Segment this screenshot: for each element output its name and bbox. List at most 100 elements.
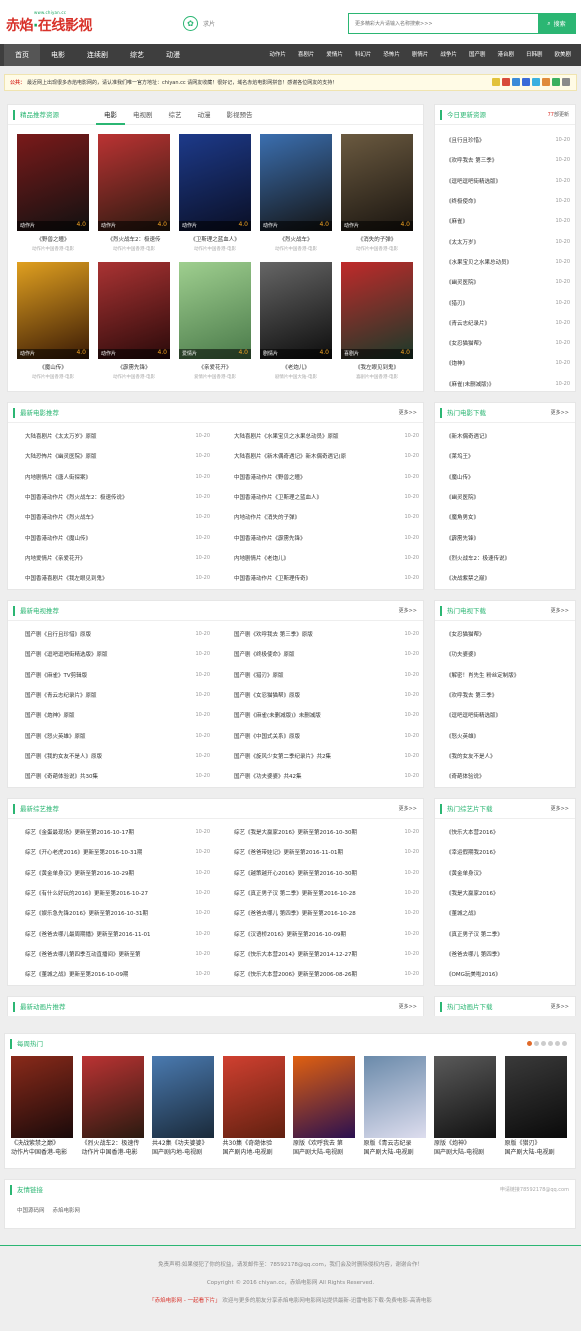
- list-item-title[interactable]: 大陆喜剧片《水果宝贝之水果总动员》原版: [234, 432, 339, 440]
- list-item-title[interactable]: 中国香港动作片《野兽之瞳》: [234, 473, 306, 481]
- list-item[interactable]: 《欢呼我去 第三季》: [446, 685, 570, 705]
- list-item[interactable]: 《女忍猫猫帮》 10-20: [446, 333, 570, 353]
- list-item-title[interactable]: 国产剧《中国式关系》原版: [234, 732, 300, 740]
- search-button[interactable]: ⌕ 搜索: [538, 14, 575, 33]
- carousel-dot[interactable]: [527, 1041, 532, 1046]
- list-item[interactable]: 综艺《董城之战》更新至第2016-10-09期 10-20: [25, 964, 210, 984]
- nav-item[interactable]: 首页: [4, 44, 40, 66]
- list-item-title[interactable]: 国产剧《逗吧逗吧街精选版》原版: [25, 650, 108, 658]
- list-item[interactable]: 中国香港动作片《卫斯理之蓝血人》 10-20: [234, 487, 419, 507]
- weekly-poster[interactable]: [222, 1056, 285, 1138]
- new-tv-more[interactable]: 更多>>: [399, 607, 417, 614]
- list-item-title[interactable]: 大陆喜剧片《太太万岁》原版: [25, 432, 97, 440]
- list-item-title[interactable]: 《爸爸去哪儿 第四季》: [446, 950, 503, 958]
- list-item-title[interactable]: 国产剧《女忍猫猫帮》原版: [234, 691, 300, 699]
- list-item[interactable]: 国产剧《炮神》原版 10-20: [25, 705, 210, 725]
- list-item[interactable]: 中国香港动作片《野兽之瞳》 10-20: [234, 467, 419, 487]
- list-item-title[interactable]: 综艺《黄金单身汉》更新至第2016-10-29期: [25, 869, 134, 877]
- list-item-title[interactable]: 《奇葩体验说》: [446, 772, 485, 780]
- list-item-title[interactable]: 《麻雀》: [446, 217, 468, 225]
- list-item[interactable]: 《欢呼我去 第三季》 10-20: [446, 150, 570, 170]
- share-douban-icon[interactable]: [542, 78, 550, 86]
- list-item[interactable]: 《新木偶奇遇记》: [446, 426, 570, 446]
- list-item-title[interactable]: 综艺《真正男子汉 第二季》更新至第2016-10-28: [234, 889, 356, 897]
- list-item-title[interactable]: 《幽灵医院》: [446, 493, 479, 501]
- list-item-title[interactable]: 综艺《开心老虎2016》更新至第2016-10-31期: [25, 848, 142, 856]
- list-item[interactable]: 综艺《爸爸去哪儿 第四季》更新至第2016-10-28 10-20: [234, 903, 419, 923]
- list-item[interactable]: 国产剧《功夫婆婆》共42集 10-20: [234, 766, 419, 786]
- list-item-title[interactable]: 综艺《董城之战》更新至第2016-10-09期: [25, 970, 128, 978]
- list-item[interactable]: 《幸运假期我2016》: [446, 842, 570, 862]
- weekly-title[interactable]: 共42集《功夫婆婆》: [152, 1138, 214, 1147]
- list-item-title[interactable]: 《董城之战》: [446, 909, 479, 917]
- list-item-title[interactable]: 《猎刃》: [446, 299, 468, 307]
- list-item[interactable]: 《董城之战》: [446, 903, 570, 923]
- list-item-title[interactable]: 《太太万岁》: [446, 238, 479, 246]
- weekly-card[interactable]: 原版《炮神》 国产剧大陆-电视剧: [434, 1056, 496, 1156]
- list-item-title[interactable]: 国产剧《猎刃》原版: [234, 671, 284, 679]
- list-item-title[interactable]: 《且行且珍惜》: [446, 136, 485, 144]
- list-item[interactable]: 《麻雀(未删减版)》 10-20: [446, 374, 570, 394]
- list-item-title[interactable]: 《逗吧逗吧街精选版》: [446, 711, 501, 719]
- nav-item[interactable]: 电影: [40, 44, 76, 66]
- friend-link[interactable]: 赤焰电影网: [53, 1206, 81, 1214]
- list-item-title[interactable]: 综艺《爸爸去哪儿 第四季》更新至第2016-10-28: [234, 909, 356, 917]
- list-item-title[interactable]: 中国香港动作片《卫斯理之蓝血人》: [234, 493, 322, 501]
- list-item-title[interactable]: 综艺《快乐大本营2014》更新至第2014-12-27期: [234, 950, 357, 958]
- list-item-title[interactable]: 《欢呼我去 第三季》: [446, 691, 497, 699]
- list-item[interactable]: 《水果宝贝之水果总动员》 10-20: [446, 252, 570, 272]
- list-item[interactable]: 国产剧《旋风少女第二季纪录片》共2集 10-20: [234, 746, 419, 766]
- movie-title[interactable]: 《霹雳先锋》: [98, 363, 170, 371]
- movie-title[interactable]: 《烈火战车2：极速传: [98, 235, 170, 243]
- list-item[interactable]: 综艺《快乐大本营2006》更新至第2006-08-26期 10-20: [234, 964, 419, 984]
- weekly-title[interactable]: 《决战紫禁之巅》: [11, 1138, 73, 1147]
- movie-poster[interactable]: 喜剧片 4.0: [341, 262, 413, 359]
- list-item[interactable]: 《功夫婆婆》: [446, 644, 570, 664]
- list-item-title[interactable]: 《功夫婆婆》: [446, 650, 479, 658]
- list-item[interactable]: 《解密！肖先生 粉丝定制版》: [446, 665, 570, 685]
- list-item[interactable]: 《青云志纪录片》 10-20: [446, 313, 570, 333]
- list-item-title[interactable]: 综艺《越策越开心2016》更新至第2016-10-30期: [234, 869, 357, 877]
- list-item-title[interactable]: 《我是大赢家2016》: [446, 889, 499, 897]
- movie-card[interactable]: 喜剧片 4.0 《我左眼见到鬼》 喜剧片中国香港-电影: [341, 262, 413, 380]
- list-item[interactable]: 《且行且珍惜》 10-20: [446, 130, 570, 150]
- list-item[interactable]: 大陆恐怖片《幽灵医院》原版 10-20: [25, 446, 210, 466]
- list-item-title[interactable]: 《女忍猫猫帮》: [446, 630, 485, 638]
- list-item-title[interactable]: 国产剧《怒火英雄》原版: [25, 732, 86, 740]
- list-item-title[interactable]: 《水果宝贝之水果总动员》: [446, 258, 512, 266]
- list-item-title[interactable]: 大陆恐怖片《幽灵医院》原版: [25, 452, 97, 460]
- list-item-title[interactable]: 综艺《快乐大本营2006》更新至第2006-08-26期: [234, 970, 357, 978]
- nav-sub-item[interactable]: 剧情片: [406, 44, 435, 66]
- weekly-poster[interactable]: [363, 1056, 426, 1138]
- list-item[interactable]: 国产剧《终极使命》原版 10-20: [234, 644, 419, 664]
- movie-title[interactable]: 《烈火战车》: [260, 235, 332, 243]
- nav-sub-item[interactable]: 科幻片: [349, 44, 378, 66]
- list-item[interactable]: 中国香港动作片《霹雳先锋》 10-20: [234, 527, 419, 547]
- weekly-poster[interactable]: [293, 1056, 355, 1138]
- list-item[interactable]: 综艺《开心老虎2016》更新至第2016-10-31期 10-20: [25, 842, 210, 862]
- list-item[interactable]: 综艺《爸爸去哪儿最周期播》更新至第2016-11-01 10-20: [25, 923, 210, 943]
- list-item-title[interactable]: 国产剧《且行且珍惜》原版: [25, 630, 91, 638]
- movie-card[interactable]: 爱情片 4.0 《亲爱花开》 爱情片中国香港-电影: [179, 262, 251, 380]
- movie-poster[interactable]: 动作片 4.0: [260, 134, 332, 231]
- list-item[interactable]: 中国香港喜剧片《我左眼见到鬼》 10-20: [25, 568, 210, 588]
- list-item[interactable]: 综艺《越策越开心2016》更新至第2016-10-30期 10-20: [234, 863, 419, 883]
- list-item-title[interactable]: 《麻雀(未删减版)》: [446, 380, 494, 388]
- weekly-title[interactable]: 共30集《奇葩体验: [223, 1138, 285, 1147]
- list-item-title[interactable]: 《莱坞王》: [446, 452, 474, 460]
- list-item[interactable]: 大陆喜剧片《太太万岁》原版 10-20: [25, 426, 210, 446]
- list-item-title[interactable]: 国产剧《我的女友不是人》原版: [25, 752, 102, 760]
- list-item-title[interactable]: 《霹雳先锋》: [446, 534, 479, 542]
- nav-sub-item[interactable]: 动作片: [263, 44, 292, 66]
- list-item[interactable]: 国产剧《中国式关系》原版 10-20: [234, 725, 419, 745]
- list-item-title[interactable]: 综艺《汉语桥2016》更新至第2016-10-09期: [234, 930, 346, 938]
- list-item-title[interactable]: 国产剧《麻雀(未删减版)》未删减版: [234, 711, 321, 719]
- movie-title[interactable]: 《老炮儿》: [260, 363, 332, 371]
- weekly-poster[interactable]: [504, 1056, 567, 1138]
- nav-item[interactable]: 动漫: [155, 44, 191, 66]
- list-item-title[interactable]: 《决战紫禁之巅》: [446, 574, 490, 582]
- list-item[interactable]: 《怒火英雄》: [446, 725, 570, 745]
- list-item-title[interactable]: 《逗吧逗吧街精选版》: [446, 177, 501, 185]
- list-item[interactable]: 国产剧《怒火英雄》原版 10-20: [25, 725, 210, 745]
- movie-poster[interactable]: 动作片 4.0: [17, 134, 89, 231]
